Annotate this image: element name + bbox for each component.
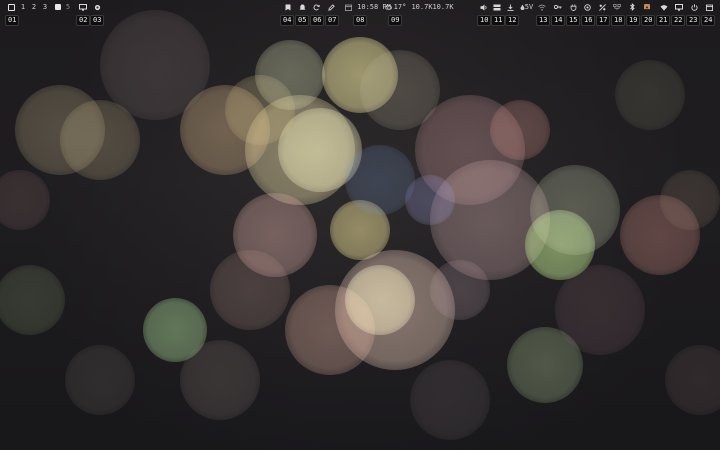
badge-12: 12 xyxy=(505,15,520,26)
badge-11: 11 xyxy=(491,15,506,26)
bokeh-orb xyxy=(143,298,207,362)
monitor-icon[interactable] xyxy=(78,0,88,14)
bokeh-orb xyxy=(507,327,583,403)
workspace-1[interactable]: 1 xyxy=(19,0,27,14)
badge-07: 07 xyxy=(325,15,340,26)
calendar-icon[interactable] xyxy=(704,0,714,14)
bokeh-orb xyxy=(60,100,140,180)
badge-02: 02 xyxy=(76,15,91,26)
bokeh-orb xyxy=(0,265,65,335)
bokeh-orb xyxy=(278,108,362,192)
bokeh-orb xyxy=(405,175,455,225)
bell-icon[interactable] xyxy=(297,0,307,14)
badge-01: 01 xyxy=(5,15,20,26)
badge-05: 05 xyxy=(295,15,310,26)
net-upload[interactable]: 10.7K xyxy=(432,0,453,14)
bokeh-orb xyxy=(620,195,700,275)
storage-icon[interactable] xyxy=(492,0,502,14)
signal-icon[interactable] xyxy=(537,0,547,14)
bokeh-orb xyxy=(660,170,720,230)
badge-24: 24 xyxy=(701,15,716,26)
badge-20: 20 xyxy=(641,15,656,26)
bokeh-orb xyxy=(285,285,375,375)
plug-icon[interactable] xyxy=(568,0,578,14)
bokeh-orb xyxy=(100,10,210,120)
screen-icon[interactable] xyxy=(674,0,684,14)
badge-19: 19 xyxy=(626,15,641,26)
workspace-3[interactable]: 3 xyxy=(41,0,49,14)
bokeh-orb xyxy=(255,40,325,110)
net-download[interactable]: 10.7K xyxy=(411,0,432,14)
bokeh-orb xyxy=(210,250,290,330)
power-icon[interactable] xyxy=(689,0,699,14)
bokeh-orb xyxy=(525,210,595,280)
badge-22: 22 xyxy=(671,15,686,26)
desktop-wallpaper: 1 2 3 5 10:58 PM 17° 10.7K 10.7K 5V 01 0… xyxy=(0,0,720,450)
bokeh-orb xyxy=(322,37,398,113)
bokeh-orb xyxy=(665,345,720,415)
refresh-icon[interactable] xyxy=(311,0,321,14)
bokeh-orb xyxy=(490,100,550,160)
volume-level[interactable]: 5V xyxy=(524,0,534,14)
bokeh-orb xyxy=(0,170,50,230)
bokeh-orb xyxy=(430,260,490,320)
badge-16: 16 xyxy=(581,15,596,26)
top-status-bar: 1 2 3 5 10:58 PM 17° 10.7K 10.7K 5V xyxy=(0,0,720,14)
badge-10: 10 xyxy=(477,15,492,26)
disk-icon[interactable] xyxy=(597,0,607,14)
badge-13: 13 xyxy=(536,15,551,26)
badge-09: 09 xyxy=(388,15,403,26)
cpu-icon[interactable] xyxy=(582,0,592,14)
workspace-5[interactable]: 5 xyxy=(64,0,72,14)
badge-23: 23 xyxy=(686,15,701,26)
bokeh-orb xyxy=(180,85,270,175)
badge-21: 21 xyxy=(656,15,671,26)
bokeh-orb xyxy=(245,95,355,205)
wifi-icon[interactable] xyxy=(659,0,669,14)
workspace-2[interactable]: 2 xyxy=(30,0,38,14)
download-icon[interactable] xyxy=(505,0,515,14)
bokeh-orb xyxy=(360,50,440,130)
badge-03: 03 xyxy=(90,15,105,26)
bokeh-orb xyxy=(180,340,260,420)
weather-cloud-icon xyxy=(384,0,392,14)
bokeh-orb xyxy=(415,95,525,205)
badge-15: 15 xyxy=(566,15,581,26)
badge-04: 04 xyxy=(280,15,295,26)
bokeh-orb xyxy=(225,75,295,145)
bokeh-orb xyxy=(330,200,390,260)
bookmark-icon[interactable] xyxy=(283,0,293,14)
battery-icon[interactable] xyxy=(642,0,652,14)
bokeh-orb xyxy=(15,85,105,175)
bokeh-orb xyxy=(410,360,490,440)
bokeh-orb xyxy=(555,265,645,355)
bokeh-orb xyxy=(345,265,415,335)
badge-18: 18 xyxy=(611,15,626,26)
badge-17: 17 xyxy=(596,15,611,26)
bokeh-orb xyxy=(345,145,415,215)
bluetooth-icon[interactable] xyxy=(627,0,637,14)
bokeh-orb xyxy=(430,160,550,280)
network-icon[interactable] xyxy=(612,0,622,14)
badge-06: 06 xyxy=(310,15,325,26)
badge-14: 14 xyxy=(551,15,566,26)
edit-icon[interactable] xyxy=(326,0,336,14)
bokeh-orb xyxy=(615,60,685,130)
key-icon[interactable] xyxy=(553,0,563,14)
volume-icon[interactable] xyxy=(479,0,489,14)
badge-08: 08 xyxy=(353,15,368,26)
bokeh-orb xyxy=(335,250,455,370)
bokeh-orb xyxy=(233,193,317,277)
bokeh-orb xyxy=(65,345,135,415)
workspace-square-icon[interactable] xyxy=(6,0,16,14)
calendar-icon-small[interactable] xyxy=(343,0,353,14)
bokeh-orb xyxy=(530,165,620,255)
settings-gear-icon[interactable] xyxy=(92,0,102,14)
weather-temperature[interactable]: 17° xyxy=(393,0,407,14)
workspace-active-indicator[interactable] xyxy=(54,0,62,14)
